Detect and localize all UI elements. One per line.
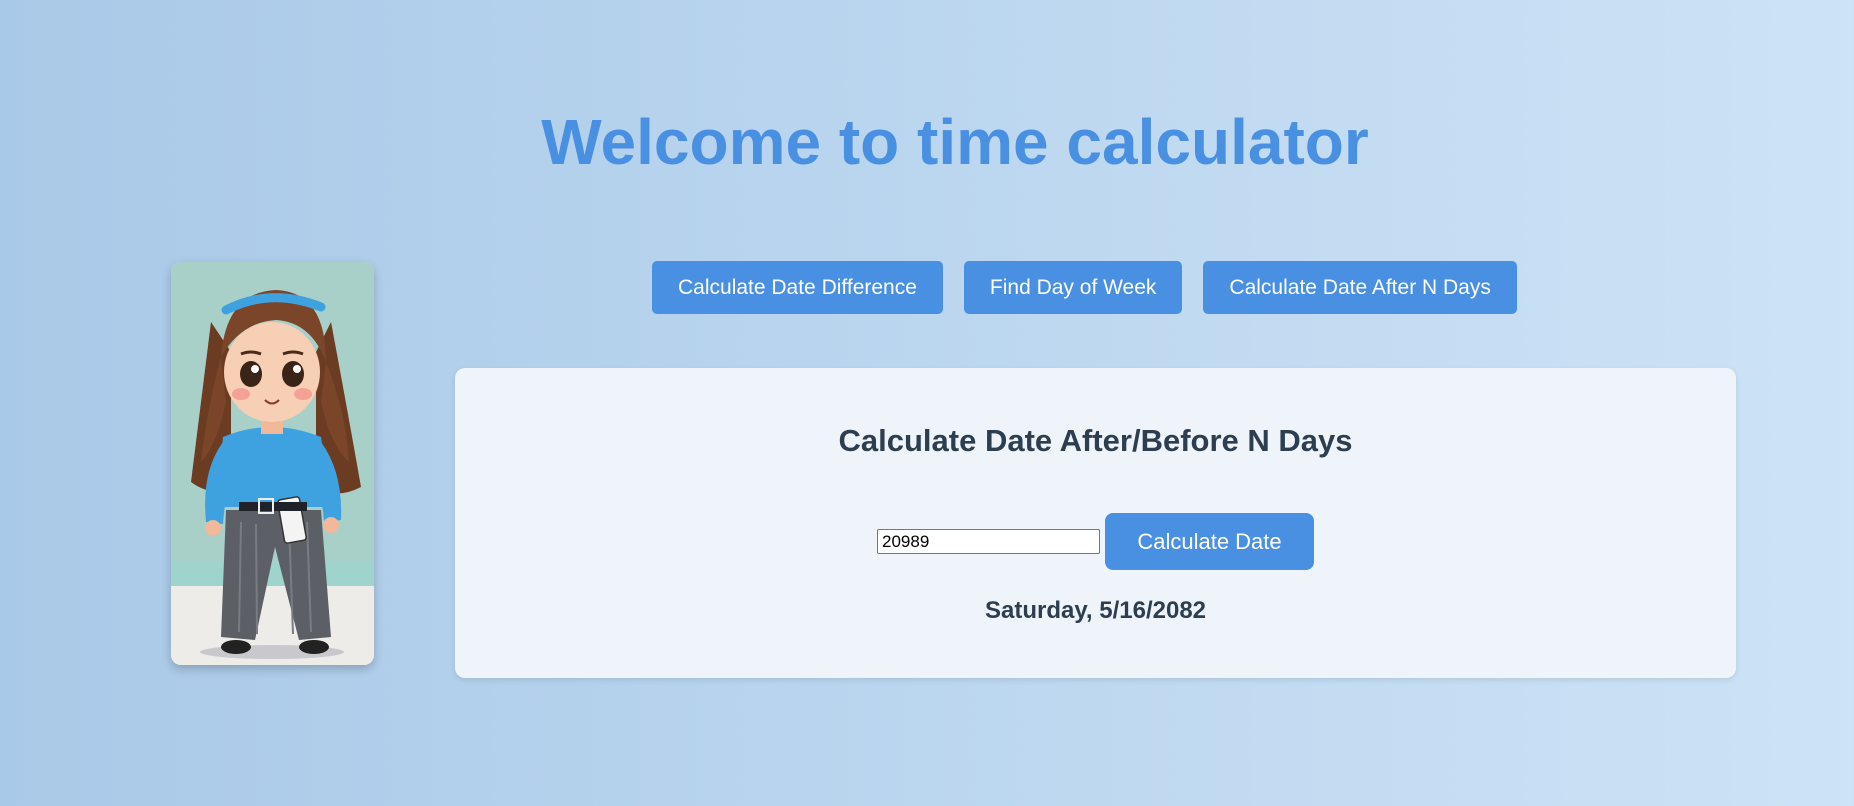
cartoon-girl-image — [171, 262, 374, 665]
days-input[interactable] — [877, 529, 1100, 554]
calculate-date-difference-button[interactable]: Calculate Date Difference — [652, 261, 943, 314]
page-title: Welcome to time calculator — [541, 106, 1369, 178]
calculate-date-after-n-days-button[interactable]: Calculate Date After N Days — [1203, 261, 1517, 314]
avatar-illustration — [171, 262, 374, 665]
result-text: Saturday, 5/16/2082 — [984, 597, 1207, 624]
calculator-panel: Calculate Date After/Before N Days Calcu… — [455, 368, 1736, 678]
calculate-date-button[interactable]: Calculate Date — [1105, 513, 1314, 570]
panel-title: Calculate Date After/Before N Days — [838, 423, 1353, 458]
calculator-mode-nav: Calculate Date Difference Find Day of We… — [652, 261, 1517, 314]
find-day-of-week-button[interactable]: Find Day of Week — [963, 261, 1183, 314]
